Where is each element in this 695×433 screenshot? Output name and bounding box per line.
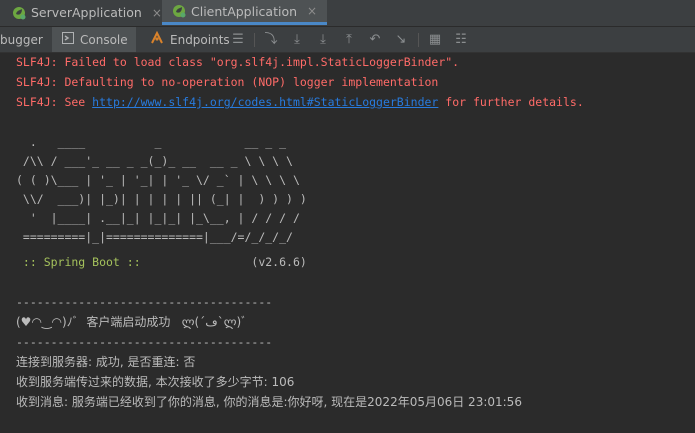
log-line: 收到消息: 服务端已经收到了你的消息, 你的消息是:你好呀, 现在是2022年0… xyxy=(16,395,522,409)
banner-line: ( ( )\___ | '_ | '_| | '_ \/ _` | \ \ \ … xyxy=(16,173,300,187)
tab-debugger[interactable]: bugger xyxy=(0,27,53,52)
slf4j-link[interactable]: http://www.slf4j.org/codes.html#StaticLo… xyxy=(92,95,438,109)
menu-icon[interactable]: ☰ xyxy=(229,31,247,49)
spring-boot-icon xyxy=(12,6,26,20)
log-line: 收到服务端传过来的数据, 本次接收了多少字节: 106 xyxy=(16,375,295,389)
spring-boot-version: (v2.6.6) xyxy=(147,255,307,269)
show-execution-point-icon[interactable]: ⤵ xyxy=(262,31,280,49)
tab-label: bugger xyxy=(0,32,43,47)
banner-line: . ____ _ __ _ _ xyxy=(16,135,287,149)
tool-window-toolbar: bugger Console Endpoints ☰ ⤵ ⤓ ⤓ ⤒ ↶ ↘ ▦… xyxy=(0,27,695,53)
console-output[interactable]: SLF4J: Failed to load class "org.slf4j.i… xyxy=(0,53,695,433)
startup-success-line: (♥◠‿◠)ﾉﾞ 客户端启动成功 ლ(´ڡ`ლ)ﾞ xyxy=(16,315,248,329)
close-icon[interactable]: × xyxy=(307,4,317,18)
step-into-icon[interactable]: ⤓ xyxy=(314,31,332,49)
log-line: SLF4J: Failed to load class "org.slf4j.i… xyxy=(16,55,460,69)
spring-boot-label: :: Spring Boot :: xyxy=(16,255,148,269)
tab-endpoints[interactable]: Endpoints xyxy=(144,27,236,52)
console-icon xyxy=(62,32,74,47)
tab-label: Console xyxy=(80,32,128,47)
tab-console[interactable]: Console xyxy=(52,27,136,52)
run-to-cursor-icon[interactable]: ↘ xyxy=(392,31,410,49)
close-icon[interactable]: × xyxy=(152,6,162,20)
banner-line: ' |____| .__|_| |_|_| |_\__, | / / / / xyxy=(16,211,300,225)
divider-line: ------------------------------------- xyxy=(16,335,273,349)
evaluate-icon[interactable]: ▦ xyxy=(426,31,444,49)
banner-line: =========|_|==============|___/=/_/_/_/ xyxy=(16,230,293,244)
step-out-icon[interactable]: ⤒ xyxy=(340,31,358,49)
drop-frame-icon[interactable]: ↶ xyxy=(366,31,384,49)
run-tab-bar: ServerApplication × ClientApplication × xyxy=(0,0,695,27)
divider-line: ------------------------------------- xyxy=(16,295,273,309)
spring-boot-icon xyxy=(172,4,186,18)
run-tab-label: ClientApplication xyxy=(191,3,298,19)
log-line: SLF4J: See http://www.slf4j.org/codes.ht… xyxy=(16,93,584,111)
endpoints-icon xyxy=(150,30,164,48)
spring-boot-version-line: :: Spring Boot :: (v2.6.6) xyxy=(16,253,307,271)
run-tab-label: ServerApplication xyxy=(31,5,142,20)
banner-line: /\\ / ___'_ __ _ _(_)_ __ __ _ \ \ \ \ xyxy=(16,154,293,168)
log-line: 连接到服务器: 成功, 是否重连: 否 xyxy=(16,355,196,369)
log-text: for further details. xyxy=(438,95,584,109)
log-text: SLF4J: See xyxy=(16,95,93,109)
run-tab-client[interactable]: ClientApplication × xyxy=(162,0,328,25)
tab-label: Endpoints xyxy=(170,32,230,47)
settings-icon[interactable]: ☷ xyxy=(452,31,470,49)
banner-line: \\/ ___)| |_)| | | | | || (_| | ) ) ) ) xyxy=(16,192,307,206)
run-tab-server[interactable]: ServerApplication × xyxy=(12,0,162,25)
step-over-icon[interactable]: ⤓ xyxy=(288,31,306,49)
log-line: SLF4J: Defaulting to no-operation (NOP) … xyxy=(16,75,439,89)
